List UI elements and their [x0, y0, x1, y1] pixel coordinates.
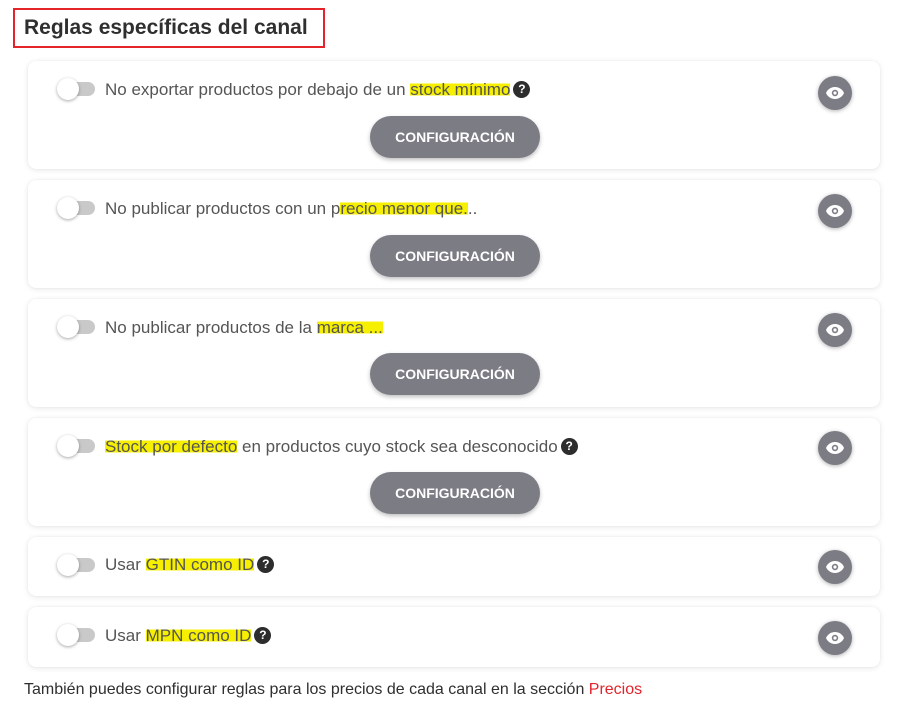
rule-toggle[interactable]	[57, 554, 95, 576]
eye-icon	[826, 632, 844, 644]
rule-label: Usar GTIN como ID?	[105, 555, 275, 575]
rule-label: No exportar productos por debajo de un s…	[105, 80, 531, 100]
preview-button[interactable]	[818, 76, 852, 110]
eye-icon	[826, 205, 844, 217]
configuration-button[interactable]: CONFIGURACIÓN	[370, 235, 540, 277]
rule-toggle[interactable]	[57, 624, 95, 646]
rule-toggle[interactable]	[57, 316, 95, 338]
eye-icon	[826, 442, 844, 454]
help-icon[interactable]: ?	[257, 556, 275, 573]
section-title: Reglas específicas del canal	[24, 16, 308, 39]
rule-toggle[interactable]	[57, 78, 95, 100]
rule-toggle[interactable]	[57, 435, 95, 457]
preview-button[interactable]	[818, 194, 852, 228]
preview-button[interactable]	[818, 621, 852, 655]
precios-link[interactable]: Precios	[589, 681, 642, 698]
rule-card-gtin: Usar GTIN como ID?	[28, 537, 880, 596]
help-icon[interactable]: ?	[560, 438, 578, 455]
rule-card-stock-minimo: No exportar productos por debajo de un s…	[28, 61, 880, 169]
preview-button[interactable]	[818, 431, 852, 465]
eye-icon	[826, 87, 844, 99]
rule-label: Usar MPN como ID?	[105, 626, 272, 646]
rule-label: No publicar productos con un precio meno…	[105, 199, 478, 218]
configuration-button[interactable]: CONFIGURACIÓN	[370, 116, 540, 158]
eye-icon	[826, 324, 844, 336]
rule-card-stock-defecto: Stock por defecto en productos cuyo stoc…	[28, 418, 880, 526]
footer-note: También puedes configurar reglas para lo…	[24, 681, 643, 698]
configuration-button[interactable]: CONFIGURACIÓN	[370, 472, 540, 514]
rule-label: Stock por defecto en productos cuyo stoc…	[105, 437, 578, 457]
rule-card-marca: No publicar productos de la marca ... CO…	[28, 299, 880, 407]
eye-icon	[826, 561, 844, 573]
rule-label: No publicar productos de la marca ...	[105, 318, 383, 337]
help-icon[interactable]: ?	[254, 627, 272, 644]
rule-card-mpn: Usar MPN como ID?	[28, 607, 880, 667]
rule-card-precio-menor: No publicar productos con un precio meno…	[28, 180, 880, 288]
help-icon[interactable]: ?	[513, 81, 531, 98]
preview-button[interactable]	[818, 550, 852, 584]
configuration-button[interactable]: CONFIGURACIÓN	[370, 353, 540, 395]
preview-button[interactable]	[818, 313, 852, 347]
rule-toggle[interactable]	[57, 197, 95, 219]
